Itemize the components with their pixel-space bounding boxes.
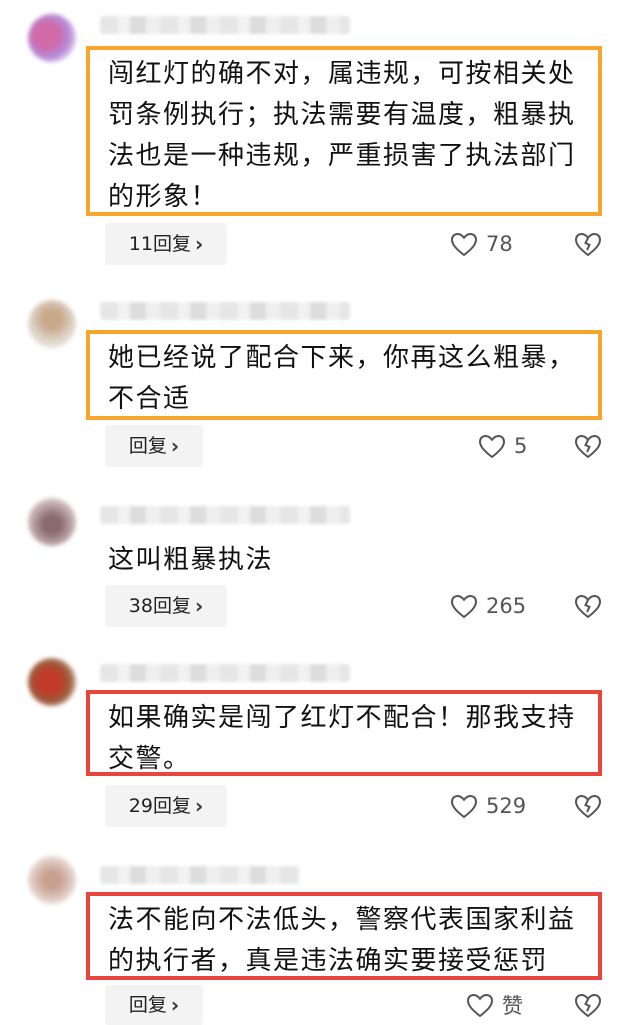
reply-button[interactable]: 38回复 ›	[105, 585, 227, 627]
comment-text: 她已经说了配合下来，你再这么粗暴，不合适	[86, 330, 602, 420]
reply-label: 回复	[128, 994, 167, 1016]
like-count: 529	[486, 794, 527, 818]
reply-button[interactable]: 11回复 ›	[105, 223, 227, 265]
like-button[interactable]: 529	[450, 785, 526, 827]
username-blurred[interactable]	[100, 866, 300, 884]
chevron-right-icon: ›	[170, 434, 180, 458]
like-button[interactable]: 265	[450, 585, 526, 627]
dislike-button[interactable]	[574, 585, 604, 627]
chevron-right-icon: ›	[194, 794, 204, 818]
chevron-right-icon: ›	[170, 993, 180, 1017]
username-blurred[interactable]	[100, 302, 350, 320]
broken-heart-icon	[574, 993, 602, 1018]
like-count: 265	[486, 594, 527, 618]
reply-label: 11回复	[128, 233, 191, 255]
like-count: 赞	[502, 994, 523, 1018]
avatar[interactable]	[28, 14, 76, 62]
username-blurred[interactable]	[100, 664, 350, 682]
comment-text: 这叫粗暴执法	[108, 545, 274, 575]
username-blurred[interactable]	[100, 506, 350, 524]
reply-label: 38回复	[128, 595, 191, 617]
like-button[interactable]: 5	[478, 425, 527, 467]
broken-heart-icon	[574, 434, 602, 459]
broken-heart-icon	[574, 794, 602, 819]
like-button[interactable]: 赞	[466, 985, 523, 1025]
comment-text: 法不能向不法低头，警察代表国家利益的执行者，真是违法确实要接受惩罚	[86, 892, 602, 980]
heart-outline-icon	[466, 993, 494, 1018]
broken-heart-icon	[574, 594, 602, 619]
avatar[interactable]	[28, 856, 76, 904]
like-button[interactable]: 78	[450, 223, 513, 265]
dislike-button[interactable]	[574, 425, 604, 467]
username-blurred[interactable]	[100, 16, 350, 34]
reply-button[interactable]: 回复 ›	[105, 425, 203, 467]
reply-button[interactable]: 29回复 ›	[105, 785, 227, 827]
reply-label: 回复	[128, 435, 167, 457]
reply-button[interactable]: 回复 ›	[105, 985, 203, 1025]
heart-outline-icon	[478, 434, 506, 459]
broken-heart-icon	[574, 232, 602, 257]
dislike-button[interactable]	[574, 223, 604, 265]
dislike-button[interactable]	[574, 785, 604, 827]
heart-outline-icon	[450, 794, 478, 819]
avatar[interactable]	[28, 498, 76, 546]
comment-text: 闯红灯的确不对，属违规，可按相关处罚条例执行；执法需要有温度，粗暴执法也是一种违…	[86, 46, 602, 216]
avatar[interactable]	[28, 300, 76, 348]
comment-text: 如果确实是闯了红灯不配合！那我支持交警。	[86, 690, 602, 776]
like-count: 5	[514, 434, 528, 458]
heart-outline-icon	[450, 594, 478, 619]
chevron-right-icon: ›	[194, 232, 204, 256]
dislike-button[interactable]	[574, 985, 604, 1025]
chevron-right-icon: ›	[194, 594, 204, 618]
reply-label: 29回复	[128, 795, 191, 817]
avatar[interactable]	[28, 658, 76, 706]
heart-outline-icon	[450, 232, 478, 257]
like-count: 78	[486, 232, 513, 256]
